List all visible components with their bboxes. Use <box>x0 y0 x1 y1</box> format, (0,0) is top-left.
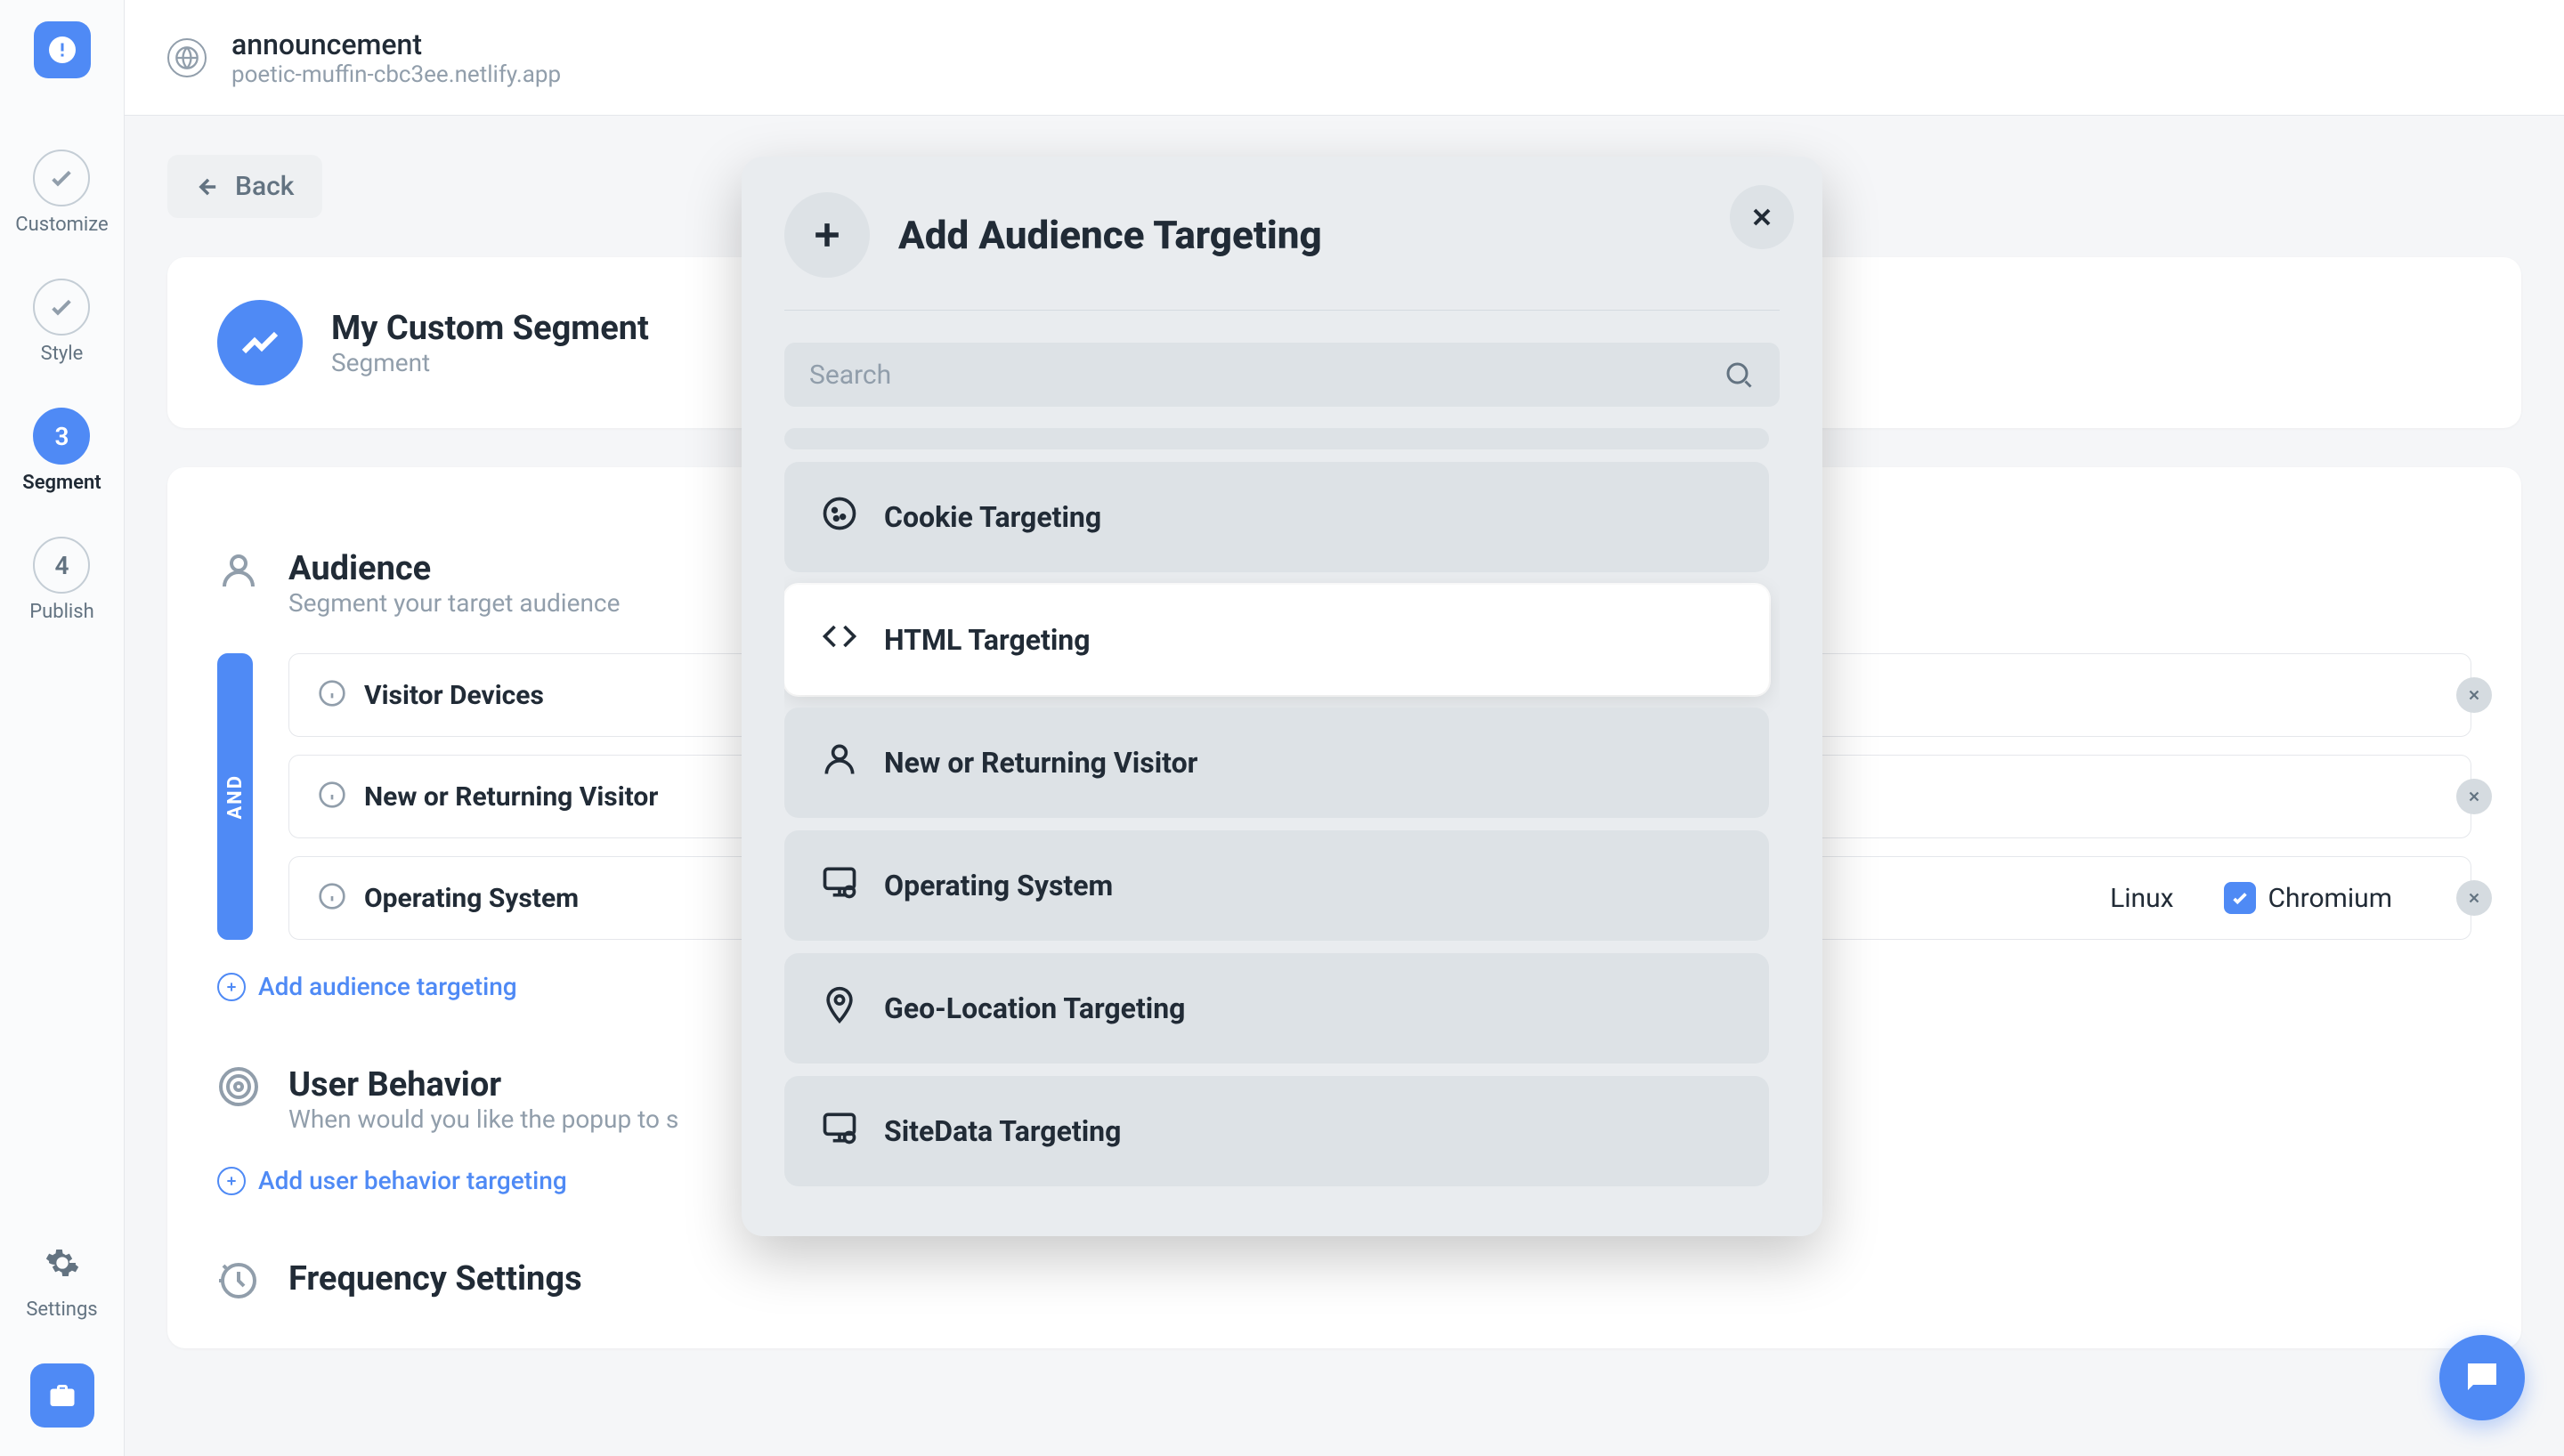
option-label: Cookie Targeting <box>884 500 1101 534</box>
targeting-option[interactable]: Operating System <box>784 830 1769 941</box>
targeting-option[interactable]: Cookie Targeting <box>784 462 1769 572</box>
close-icon <box>1748 203 1776 231</box>
option-label: HTML Targeting <box>884 623 1091 657</box>
monitor-gear-icon <box>820 862 859 909</box>
modal-title: Add Audience Targeting <box>898 212 1322 258</box>
search-icon <box>1723 359 1755 391</box>
cookie-icon <box>820 494 859 540</box>
option-label: Operating System <box>884 869 1113 902</box>
user-icon <box>820 740 859 786</box>
targeting-option[interactable]: New or Returning Visitor <box>784 708 1769 818</box>
options-list[interactable]: Cookie Targeting HTML Targeting New or Ret… <box>784 428 1780 1186</box>
chat-button[interactable] <box>2439 1335 2525 1420</box>
option-label: SiteData Targeting <box>884 1114 1121 1148</box>
chat-icon <box>2461 1356 2503 1399</box>
option-label: Geo-Location Targeting <box>884 991 1185 1025</box>
close-button[interactable] <box>1730 185 1794 249</box>
targeting-option-partial[interactable] <box>784 428 1769 449</box>
modal-overlay: Add Audience Targeting Cookie Targeting H… <box>0 0 2564 1456</box>
plus-icon <box>784 192 870 278</box>
code-icon <box>820 617 859 663</box>
option-label: New or Returning Visitor <box>884 746 1197 780</box>
pin-icon <box>820 985 859 1031</box>
targeting-option[interactable]: HTML Targeting <box>784 585 1769 695</box>
targeting-option[interactable]: Geo-Location Targeting <box>784 953 1769 1064</box>
search-input[interactable] <box>809 360 1723 391</box>
monitor-gear-icon <box>820 1108 859 1154</box>
add-targeting-modal: Add Audience Targeting Cookie Targeting H… <box>742 157 1822 1236</box>
search-box[interactable] <box>784 343 1780 407</box>
targeting-option[interactable]: SiteData Targeting <box>784 1076 1769 1186</box>
